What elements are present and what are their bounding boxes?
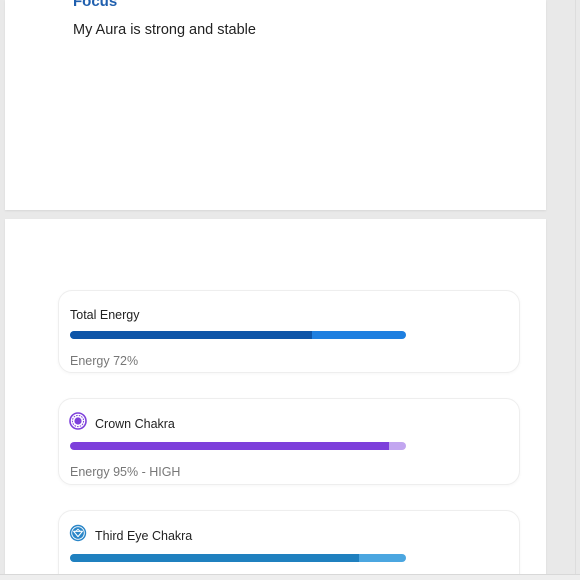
focus-text: My Aura is strong and stable [73, 22, 256, 38]
energy-progress-fill [70, 442, 390, 450]
energy-card-total[interactable]: Total Energy Energy 72% [58, 290, 520, 373]
bottom-edge-bar [0, 574, 580, 580]
energy-progress-fill [70, 554, 359, 562]
energy-panel: Total Energy Energy 72% Crown Chakra Ene… [5, 219, 546, 580]
energy-card-title: Third Eye Chakra [95, 529, 193, 543]
focus-title: Focus [73, 0, 118, 10]
energy-progress-fill [70, 331, 312, 339]
app-screen: Focus My Aura is strong and stable Total… [0, 0, 580, 580]
energy-progress-bar [70, 554, 406, 562]
energy-card-title: Total Energy [70, 308, 140, 322]
energy-card-title: Crown Chakra [95, 417, 175, 431]
energy-progress-bar [70, 331, 406, 339]
energy-card-crown-chakra[interactable]: Crown Chakra Energy 95% - HIGH [58, 398, 520, 485]
scroll-edge-divider [575, 0, 576, 580]
energy-card-third-eye-chakra[interactable]: Third Eye Chakra [58, 510, 520, 580]
focus-card: Focus My Aura is strong and stable [5, 0, 546, 210]
energy-status-text: Energy 95% - HIGH [70, 465, 181, 479]
third-eye-chakra-icon [69, 524, 87, 542]
crown-chakra-icon [69, 412, 87, 430]
energy-progress-bar [70, 442, 406, 450]
energy-status-text: Energy 72% [70, 354, 139, 368]
